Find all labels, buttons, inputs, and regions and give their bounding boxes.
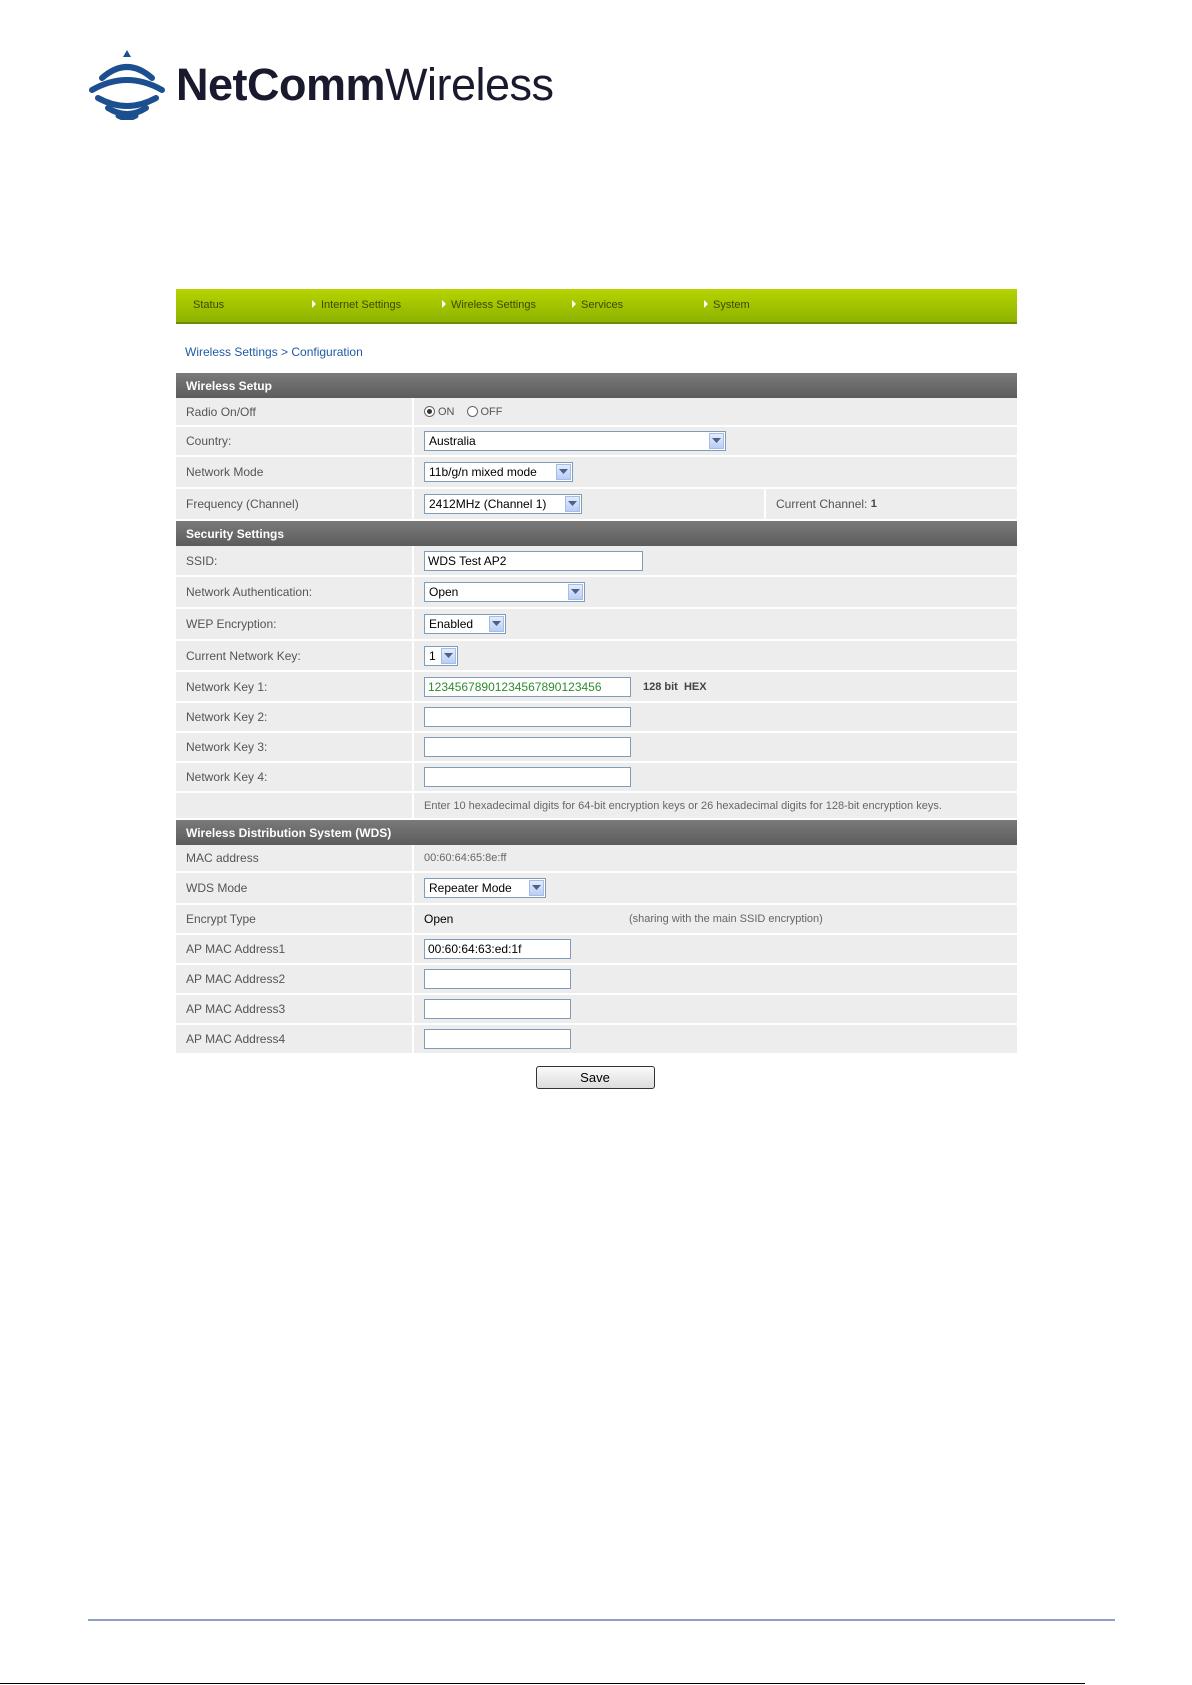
row-network-key-1: Network Key 1: 128 bit HEX xyxy=(176,672,1017,703)
network-auth-label: Network Authentication: xyxy=(176,577,414,607)
nav-arrow-icon xyxy=(572,300,576,308)
top-navbar: Status Internet Settings Wireless Settin… xyxy=(176,289,1017,324)
row-network-key-3: Network Key 3: xyxy=(176,733,1017,763)
section-wds: Wireless Distribution System (WDS) xyxy=(176,820,1017,845)
brand-name-bold: NetComm xyxy=(176,58,386,110)
current-channel-value: 1 xyxy=(870,498,877,510)
nav-services[interactable]: Services xyxy=(572,299,623,311)
network-key-1-input[interactable] xyxy=(424,676,631,697)
nav-system[interactable]: System xyxy=(704,299,750,311)
wep-encryption-label: WEP Encryption: xyxy=(176,609,414,639)
footer-divider xyxy=(88,1619,1115,1621)
frequency-select[interactable]: 2412MHz (Channel 1) xyxy=(424,494,582,514)
radio-off[interactable]: OFF xyxy=(466,406,503,418)
chevron-down-icon xyxy=(489,616,504,632)
row-wds-mode: WDS Mode Repeater Mode xyxy=(176,873,1017,905)
country-label: Country: xyxy=(176,427,414,455)
ssid-label: SSID: xyxy=(176,546,414,575)
section-security-settings: Security Settings xyxy=(176,521,1017,546)
wireless-config-form: Wireless Setup Radio On/Off ON OFF Count… xyxy=(176,373,1017,1055)
current-channel: Current Channel: 1 xyxy=(776,497,877,511)
nav-arrow-icon xyxy=(312,300,316,308)
wep-encryption-select[interactable]: Enabled xyxy=(424,614,506,634)
chevron-down-icon xyxy=(568,584,583,600)
router-ui: Status Internet Settings Wireless Settin… xyxy=(176,289,1017,1089)
encrypt-type-value: Open xyxy=(424,912,454,926)
encrypt-type-label: Encrypt Type xyxy=(176,905,414,933)
current-key-label: Current Network Key: xyxy=(176,641,414,670)
mac-address-value: 00:60:64:65:8e:ff xyxy=(424,852,507,864)
brand-name-light: Wireless xyxy=(385,58,554,110)
nav-arrow-icon xyxy=(704,300,708,308)
network-key-2-input[interactable] xyxy=(424,707,631,727)
save-area: Save xyxy=(176,1066,1017,1089)
row-network-mode: Network Mode 11b/g/n mixed mode xyxy=(176,457,1017,489)
ap-mac-1-label: AP MAC Address1 xyxy=(176,935,414,963)
nav-arrow-icon xyxy=(442,300,446,308)
radio-on[interactable]: ON xyxy=(424,406,455,418)
row-encrypt-type: Encrypt Type Open (sharing with the main… xyxy=(176,905,1017,935)
ap-mac-1-input[interactable] xyxy=(424,939,571,959)
chevron-down-icon xyxy=(709,433,724,449)
wireless-signal-icon xyxy=(89,50,165,120)
netcomm-logo: NetCommWireless xyxy=(88,48,554,120)
current-key-select[interactable]: 1 xyxy=(424,645,458,666)
row-current-key: Current Network Key: 1 xyxy=(176,641,1017,672)
key-hint: Enter 10 hexadecimal digits for 64-bit e… xyxy=(424,799,942,812)
row-ssid: SSID: xyxy=(176,546,1017,577)
row-network-auth: Network Authentication: Open xyxy=(176,577,1017,609)
radio-unselected-icon xyxy=(466,406,478,417)
chevron-down-icon xyxy=(565,496,580,512)
ssid-input[interactable] xyxy=(424,550,643,571)
encrypt-type-note: (sharing with the main SSID encryption) xyxy=(629,913,823,925)
network-key-3-label: Network Key 3: xyxy=(176,733,414,761)
network-mode-label: Network Mode xyxy=(176,457,414,487)
section-wireless-setup: Wireless Setup xyxy=(176,373,1017,398)
row-network-key-4: Network Key 4: xyxy=(176,763,1017,793)
row-mac-address: MAC address 00:60:64:65:8e:ff xyxy=(176,845,1017,873)
ap-mac-4-input[interactable] xyxy=(424,1029,571,1049)
frequency-label: Frequency (Channel) xyxy=(176,489,414,519)
ap-mac-3-label: AP MAC Address3 xyxy=(176,995,414,1023)
network-key-4-label: Network Key 4: xyxy=(176,763,414,791)
network-key-3-input[interactable] xyxy=(424,737,631,757)
ap-mac-2-input[interactable] xyxy=(424,969,571,989)
chevron-down-icon xyxy=(529,880,544,896)
row-radio: Radio On/Off ON OFF xyxy=(176,398,1017,427)
nav-status[interactable]: Status xyxy=(193,299,224,311)
row-ap-mac-4: AP MAC Address4 xyxy=(176,1025,1017,1055)
row-ap-mac-1: AP MAC Address1 xyxy=(176,935,1017,965)
page-edge-line xyxy=(0,1683,1085,1684)
key-format-note: 128 bit HEX xyxy=(643,680,707,693)
nav-internet-settings[interactable]: Internet Settings xyxy=(312,299,401,311)
save-button[interactable]: Save xyxy=(535,1066,655,1089)
breadcrumb: Wireless Settings > Configuration xyxy=(185,345,363,359)
network-auth-select[interactable]: Open xyxy=(424,582,585,602)
row-network-key-2: Network Key 2: xyxy=(176,703,1017,733)
radio-selected-icon xyxy=(424,406,435,417)
network-mode-select[interactable]: 11b/g/n mixed mode xyxy=(424,462,573,482)
ap-mac-2-label: AP MAC Address2 xyxy=(176,965,414,993)
wds-mode-select[interactable]: Repeater Mode xyxy=(424,878,546,898)
ap-mac-4-label: AP MAC Address4 xyxy=(176,1025,414,1053)
network-key-2-label: Network Key 2: xyxy=(176,703,414,731)
row-key-hint: Enter 10 hexadecimal digits for 64-bit e… xyxy=(176,793,1017,820)
country-select[interactable]: Australia xyxy=(424,431,726,451)
network-key-4-input[interactable] xyxy=(424,767,631,787)
chevron-down-icon xyxy=(441,647,456,664)
wds-mode-label: WDS Mode xyxy=(176,873,414,903)
radio-label: Radio On/Off xyxy=(176,398,414,425)
row-country: Country: Australia xyxy=(176,427,1017,457)
brand-name: NetCommWireless xyxy=(176,62,554,107)
row-frequency: Frequency (Channel) 2412MHz (Channel 1) … xyxy=(176,489,1017,521)
mac-address-label: MAC address xyxy=(176,845,414,871)
nav-wireless-settings[interactable]: Wireless Settings xyxy=(442,299,536,311)
row-wep-encryption: WEP Encryption: Enabled xyxy=(176,609,1017,641)
ap-mac-3-input[interactable] xyxy=(424,999,571,1019)
row-ap-mac-2: AP MAC Address2 xyxy=(176,965,1017,995)
network-key-1-label: Network Key 1: xyxy=(176,672,414,701)
row-ap-mac-3: AP MAC Address3 xyxy=(176,995,1017,1025)
chevron-down-icon xyxy=(556,464,571,480)
